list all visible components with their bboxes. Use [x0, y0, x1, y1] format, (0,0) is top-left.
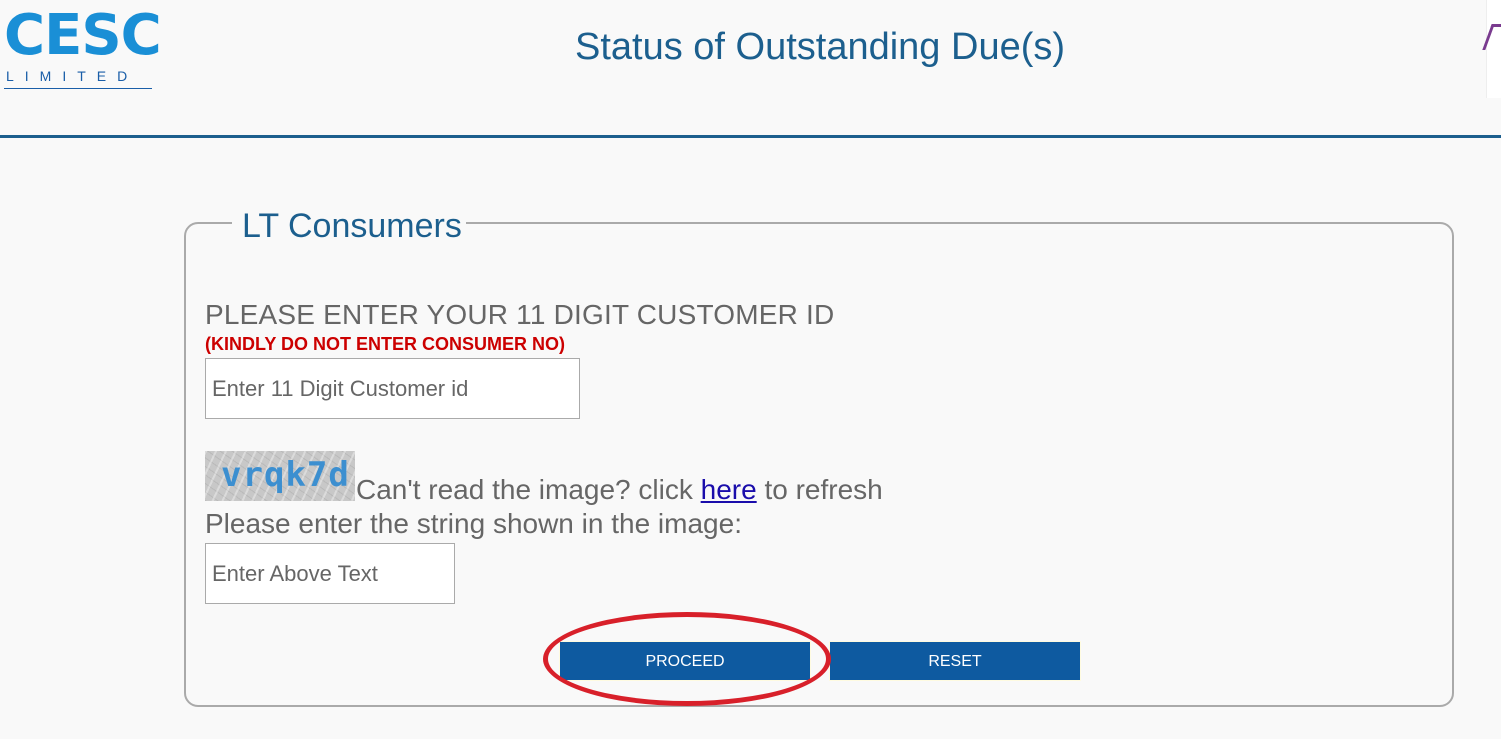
- customer-id-input[interactable]: [205, 358, 580, 419]
- reset-button[interactable]: RESET: [830, 642, 1080, 680]
- captcha-input[interactable]: [205, 543, 455, 604]
- captcha-image: vrqk7d: [205, 451, 355, 501]
- consumer-no-warning: (KINDLY DO NOT ENTER CONSUMER NO): [205, 334, 566, 354]
- fieldset-legend: LT Consumers: [232, 206, 466, 246]
- customer-id-label: PLEASE ENTER YOUR 11 DIGIT CUSTOMER ID: [205, 299, 835, 330]
- header-divider: [0, 135, 1501, 138]
- captcha-refresh-line: Can't read the image? click here to refr…: [356, 474, 883, 506]
- logo-subtitle: LIMITED: [6, 68, 139, 84]
- lt-consumers-fieldset: [184, 222, 1454, 707]
- partner-logo-icon: [1482, 24, 1501, 50]
- refresh-captcha-link[interactable]: here: [701, 474, 757, 505]
- captcha-text: vrqk7d: [221, 455, 350, 495]
- refresh-prefix: Can't read the image? click: [356, 474, 693, 505]
- page: CESC LIMITED Status of Outstanding Due(s…: [0, 0, 1501, 739]
- proceed-button[interactable]: PROCEED: [560, 642, 810, 680]
- captcha-label: Please enter the string shown in the ima…: [205, 508, 742, 539]
- partner-logo-edge: [1482, 0, 1501, 98]
- refresh-suffix: to refresh: [764, 474, 883, 505]
- logo-underline: [4, 88, 152, 89]
- page-title: Status of Outstanding Due(s): [574, 26, 1066, 68]
